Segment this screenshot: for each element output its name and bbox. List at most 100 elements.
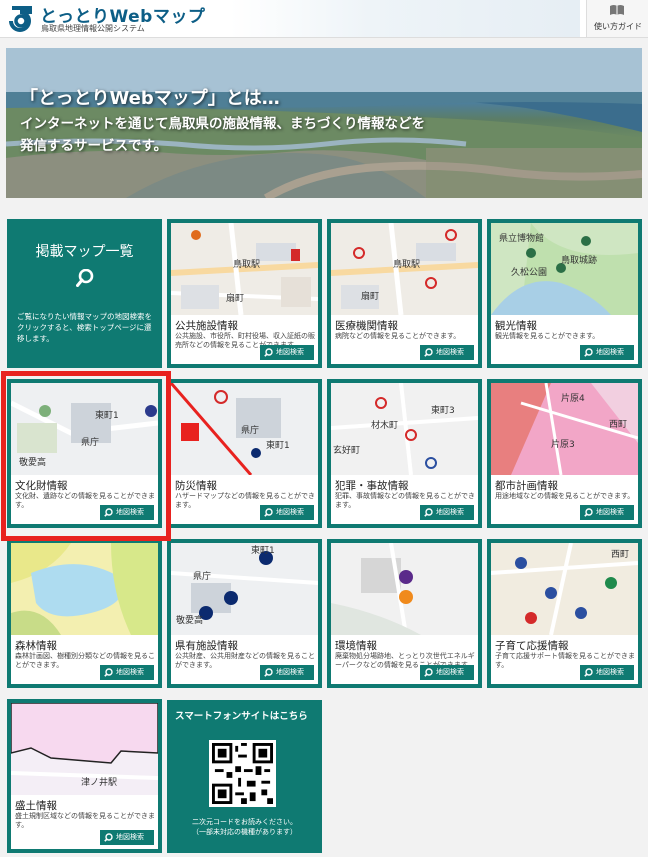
map-search-button[interactable]: 地図検索 [420,505,474,520]
card-body: 都市計画情報 用途地域などの情報を見ることができます。 地図検索 [491,475,638,524]
map-search-label: 地図検索 [276,508,304,516]
card-body: 公共施設情報 公共施設、市役所、町村役場、収入証紙の販売所などの情報を見ることが… [171,315,318,364]
card-description: 盛土規制区域などの情報を見ることができます。 [15,812,155,829]
map-list-intro-card: 掲載マップ一覧 ご覧になりたい情報マップの地図検索をクリックすると、検索トップペ… [7,219,162,368]
card-body: 観光情報 観光情報を見ることができます。 地図検索 [491,315,638,364]
map-search-label: 地図検索 [116,668,144,676]
card-body: 県有施設情報 公共財産、公共用財産などの情報を見ることができます。 地図検索 [171,635,318,684]
search-icon [424,348,433,357]
card-title: 都市計画情報 [495,480,558,492]
card-description: 用途地域などの情報を見ることができます。 [495,492,635,500]
map-thumbnail[interactable]: 東町1 県庁 敬愛高 [171,543,318,635]
search-icon [584,508,593,517]
map-search-button[interactable]: 地図検索 [580,505,634,520]
map-search-label: 地図検索 [596,348,624,356]
map-card-childcare-support: 西町 子育て応援情報 子育て応援サポート情報を見ることができます。 地図検索 [487,539,642,688]
map-label: 西町 [609,419,627,430]
map-card-disaster-prevention: 東町1 県庁 防災情報 ハザードマップなどの情報を見ることができます。 地図検索 [167,379,322,528]
map-thumbnail[interactable]: 片原4 片原3 西町 [491,383,638,475]
map-thumbnail[interactable] [11,543,158,635]
map-search-label: 地図検索 [276,668,304,676]
map-thumbnail[interactable]: 西町 [491,543,638,635]
card-title: 森林情報 [15,640,57,652]
card-title: 環境情報 [335,640,377,652]
map-search-button[interactable]: 地図検索 [420,345,474,360]
map-search-label: 地図検索 [436,508,464,516]
search-icon [424,508,433,517]
map-card-urban-planning: 片原4 片原3 西町 都市計画情報 用途地域などの情報を見ることができます。 地… [487,379,642,528]
search-icon [104,668,113,677]
search-icon [264,508,273,517]
search-icon [104,833,113,842]
map-thumbnail[interactable] [331,543,478,635]
qr-code-note: 二次元コードをお読みください。 （一部未対応の機種があります） [167,817,322,837]
map-card-tourism: 県立博物館 久松公園 鳥取城跡 観光情報 観光情報を見ることができます。 地図検… [487,219,642,368]
map-search-button[interactable]: 地図検索 [100,665,154,680]
map-label: 西町 [611,549,629,560]
map-label: 鳥取城跡 [561,254,597,266]
map-search-button[interactable]: 地図検索 [580,345,634,360]
card-description: 観光情報を見ることができます。 [495,332,600,340]
qr-code-image [209,740,276,807]
map-thumbnail[interactable]: 東町3 材木町 玄好町 [331,383,478,475]
map-search-button[interactable]: 地図検索 [580,665,634,680]
card-title: 防災情報 [175,480,217,492]
map-search-button[interactable]: 地図検索 [100,505,154,520]
smartphone-site-card[interactable]: スマートフォンサイトはこちら 二次元コードをお読みください。 （一部未対応の機種… [167,700,322,853]
map-card-medical: 鳥取駅 扇町 医療機関情報 病院などの情報を見ることができます。 地図検索 [327,219,482,368]
hero-description-line-2: 発信するサービスです。 [20,138,168,154]
card-title: 医療機関情報 [335,320,398,332]
search-icon [264,668,273,677]
usage-guide-button[interactable]: 使い方ガイド [586,0,648,37]
site-subtitle: 鳥取県地理情報公開システム [41,24,145,33]
map-label: 県庁 [241,424,259,436]
map-search-button[interactable]: 地図検索 [100,830,154,845]
header-decoration [230,0,580,37]
map-search-label: 地図検索 [596,668,624,676]
card-title: 子育て応援情報 [495,640,569,652]
map-label: 片原4 [561,392,585,404]
map-label: 鳥取駅 [233,258,260,270]
map-search-button[interactable]: 地図検索 [260,505,314,520]
map-label: 津ノ井駅 [81,776,117,788]
hero-title: 「とっとりWebマップ」とは… [20,88,280,109]
map-label: 県立博物館 [499,232,544,244]
map-label: 県庁 [193,570,211,582]
map-thumbnail[interactable]: 県立博物館 久松公園 鳥取城跡 [491,223,638,315]
map-search-button[interactable]: 地図検索 [260,665,314,680]
map-thumbnail[interactable]: 東町1 県庁 [171,383,318,475]
book-icon [610,5,624,15]
map-thumbnail[interactable]: 東町1 県庁 敬愛高 [11,383,158,475]
card-title: 文化財情報 [15,480,68,492]
search-icon [76,269,94,287]
card-title: 公共施設情報 [175,320,238,332]
map-thumbnail[interactable]: 鳥取駅 扇町 [171,223,318,315]
map-list-title: 掲載マップ一覧 [35,244,134,260]
card-title: 犯罪・事故情報 [335,480,409,492]
tottori-logo-icon[interactable] [6,4,36,32]
map-card-public-facilities: 鳥取駅 扇町 公共施設情報 公共施設、市役所、町村役場、収入証紙の販売所などの情… [167,219,322,368]
map-label: 東町3 [431,404,455,416]
map-search-label: 地図検索 [436,668,464,676]
map-card-cultural-properties: 東町1 県庁 敬愛高 文化財情報 文化財、遺跡などの情報を見ることができます。 … [7,379,162,528]
card-body: 犯罪・事故情報 犯罪、事故情報などの情報を見ることができます。 地図検索 [331,475,478,524]
map-card-embankment: 津ノ井駅 盛土情報 盛土規制区域などの情報を見ることができます。 地図検索 [7,699,162,853]
map-card-environment: 環境情報 廃棄物処分場跡地、とっとり次世代エネルギーパークなどの情報を見ることが… [327,539,482,688]
search-icon [104,508,113,517]
map-search-button[interactable]: 地図検索 [260,345,314,360]
search-icon [424,668,433,677]
hero-description-line-1: インターネットを通じて鳥取県の施設情報、まちづくり情報などを [20,116,425,132]
card-body: 盛土情報 盛土規制区域などの情報を見ることができます。 地図検索 [11,795,158,849]
map-thumbnail[interactable]: 鳥取駅 扇町 [331,223,478,315]
card-body: 防災情報 ハザードマップなどの情報を見ることができます。 地図検索 [171,475,318,524]
map-label: 敬愛高 [19,456,46,468]
map-search-button[interactable]: 地図検索 [420,665,474,680]
smartphone-site-title[interactable]: スマートフォンサイトはこちら [175,708,308,722]
card-body: 文化財情報 文化財、遺跡などの情報を見ることができます。 地図検索 [11,475,158,524]
map-search-label: 地図検索 [276,348,304,356]
map-label: 鳥取駅 [393,258,420,270]
hero-banner: 「とっとりWebマップ」とは… インターネットを通じて鳥取県の施設情報、まちづく… [6,48,642,198]
map-thumbnail[interactable]: 津ノ井駅 [11,703,158,795]
map-card-forest: 森林情報 森林計画図、樹種別分類などの情報を見ることができます。 地図検索 [7,539,162,688]
search-icon [264,348,273,357]
